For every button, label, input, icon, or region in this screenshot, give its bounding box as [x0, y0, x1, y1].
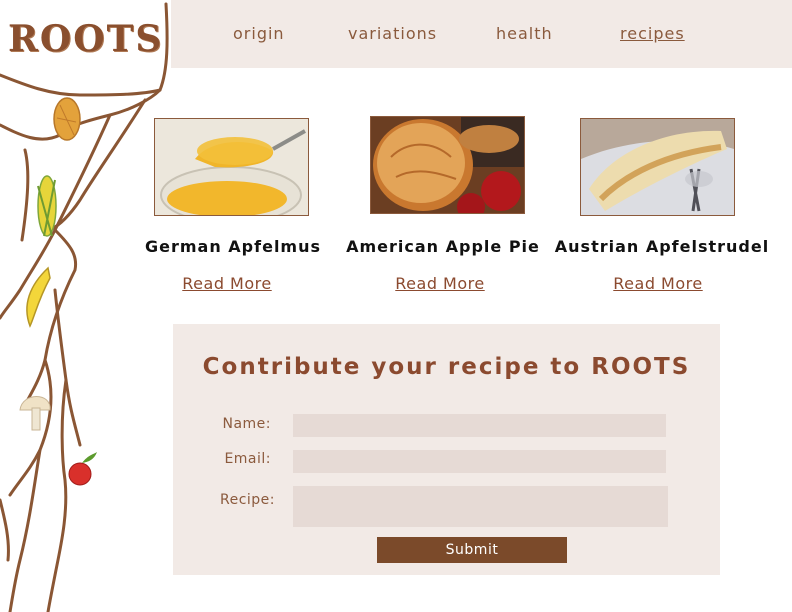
read-more-link[interactable]: Read More [127, 274, 327, 293]
contribute-form: Contribute your recipe to ROOTS Name: Em… [173, 324, 720, 575]
read-more-link[interactable]: Read More [558, 274, 758, 293]
recipe-label: Recipe: [219, 492, 275, 508]
name-field[interactable] [293, 414, 666, 437]
nav-variations[interactable]: variations [348, 24, 437, 43]
recipe-title: Austrian Apfelstrudel [554, 237, 770, 256]
nav-recipes[interactable]: recipes [620, 24, 685, 43]
submit-button[interactable]: Submit [377, 537, 567, 563]
applesauce-photo[interactable] [154, 118, 309, 216]
nav-health[interactable]: health [496, 24, 553, 43]
site-logo[interactable]: ROOTS [8, 18, 163, 60]
email-label: Email: [224, 451, 271, 467]
apple-strudel-photo[interactable] [580, 118, 735, 216]
form-heading: Contribute your recipe to ROOTS [202, 354, 691, 380]
mushroom-icon [19, 396, 51, 431]
recipe-title: American Apple Pie [346, 237, 540, 256]
almond-icon [53, 97, 81, 141]
email-field[interactable] [293, 450, 666, 473]
recipe-field[interactable] [293, 486, 668, 527]
name-label: Name: [222, 416, 271, 432]
top-nav: origin variations health recipes [171, 0, 792, 68]
corn-icon [37, 175, 57, 237]
read-more-link[interactable]: Read More [340, 274, 540, 293]
banana-icon [26, 266, 51, 328]
apple-pie-photo[interactable] [370, 116, 525, 214]
recipe-title: German Apfelmus [144, 237, 322, 256]
apple-icon [68, 452, 97, 486]
branch-illustration [0, 2, 169, 612]
nav-origin[interactable]: origin [233, 24, 285, 43]
